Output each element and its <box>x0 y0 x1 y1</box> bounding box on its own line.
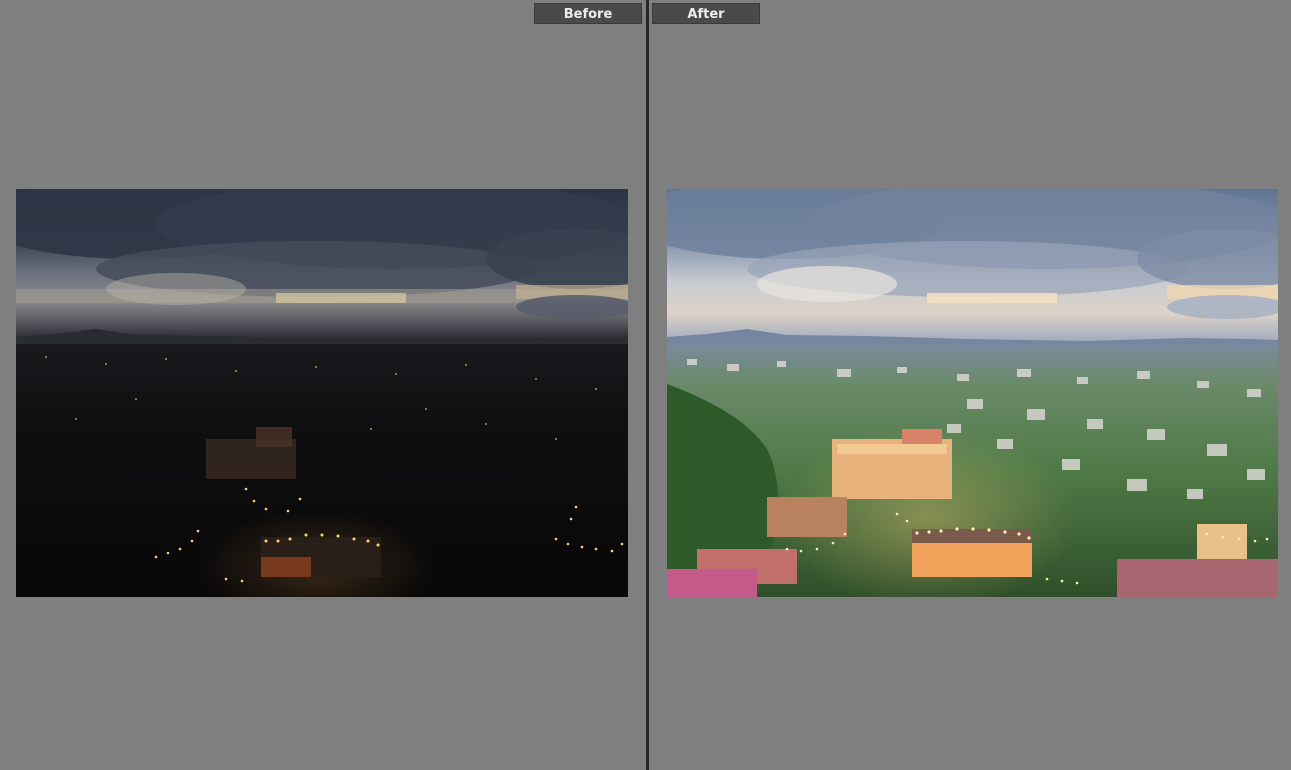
compare-view: Before After <box>0 0 1291 770</box>
after-photo-image <box>667 189 1278 597</box>
after-photo[interactable] <box>667 189 1278 597</box>
before-photo[interactable] <box>16 189 628 597</box>
before-pane[interactable]: Before <box>0 0 645 770</box>
after-pane[interactable]: After <box>650 0 1291 770</box>
before-label: Before <box>534 3 642 24</box>
after-label: After <box>652 3 760 24</box>
before-photo-image <box>16 189 628 597</box>
